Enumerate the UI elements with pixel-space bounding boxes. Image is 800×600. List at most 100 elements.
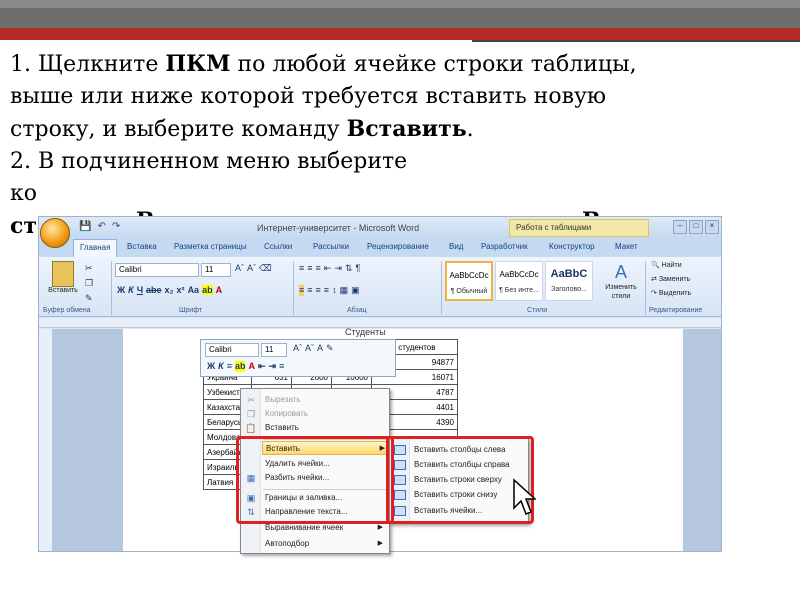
- step-2-line-1: 2. В подчиненном меню выберите: [10, 149, 408, 174]
- menu-item-paste[interactable]: Вставить: [265, 421, 387, 435]
- step-1: 1. Щелкните ПКМ по любой ячейке строки т…: [10, 48, 650, 146]
- tab-design[interactable]: Конструктор: [549, 242, 595, 251]
- group-label-font: Шрифт: [179, 307, 203, 314]
- close-icon[interactable]: ×: [705, 220, 719, 234]
- sort-icon[interactable]: ⇅: [345, 263, 353, 274]
- style-no-spacing[interactable]: AaBbCcDc ¶ Без инте...: [495, 261, 543, 301]
- tab-developer[interactable]: Разработчик: [481, 242, 528, 251]
- change-styles-button[interactable]: A Изменить стили: [601, 261, 641, 301]
- group-separator: [441, 261, 442, 315]
- bullets-icon[interactable]: ≡: [279, 361, 284, 372]
- highlight-color-icon[interactable]: ab: [234, 361, 246, 372]
- center-icon[interactable]: ≡: [227, 361, 232, 372]
- group-separator: [645, 261, 646, 315]
- paragraph-align-buttons: ≡ ≡ ≡ ≡ ↕ ▦ ▣: [299, 285, 360, 296]
- format-painter-icon[interactable]: ✎: [326, 343, 334, 354]
- vertical-ruler[interactable]: [39, 329, 53, 551]
- tab-view[interactable]: Вид: [449, 242, 463, 251]
- align-left-icon[interactable]: ≡: [299, 285, 305, 296]
- submenu-arrow-icon: ▶: [377, 540, 383, 547]
- style-gallery-icon[interactable]: A: [317, 343, 323, 354]
- cut-icon[interactable]: ✂: [85, 263, 93, 274]
- mini-toolbar: Calibri 11 Aˆ Aˇ A ✎ Ж К ≡ ab A ⇤ ⇥ ≡: [200, 339, 396, 377]
- undo-icon[interactable]: ↶: [97, 221, 105, 232]
- line-spacing-icon[interactable]: ↕: [332, 285, 337, 296]
- align-right-icon[interactable]: ≡: [316, 285, 321, 296]
- mini-size-select[interactable]: 11: [261, 343, 287, 357]
- justify-icon[interactable]: ≡: [324, 285, 329, 296]
- font-color-icon[interactable]: A: [248, 361, 255, 372]
- maximize-icon[interactable]: □: [689, 220, 703, 234]
- replace-button[interactable]: ⇄ Заменить: [651, 275, 690, 283]
- borders-icon[interactable]: ▣: [351, 285, 360, 296]
- menu-item-cut[interactable]: Вырезать: [265, 393, 387, 407]
- font-color-icon[interactable]: A: [216, 285, 223, 295]
- italic-icon[interactable]: К: [218, 361, 224, 372]
- menu-item-autofit[interactable]: Автоподбор ▶: [265, 537, 387, 551]
- redo-icon[interactable]: ↷: [112, 221, 120, 232]
- tab-review[interactable]: Рецензирование: [367, 242, 429, 251]
- select-label: Выделить: [658, 290, 692, 297]
- superscript-icon[interactable]: x²: [177, 285, 185, 295]
- font-size-select[interactable]: 11: [201, 263, 231, 277]
- table-heading: Студенты: [345, 327, 386, 337]
- copy-icon[interactable]: ❐: [85, 278, 93, 289]
- office-button[interactable]: [40, 218, 70, 248]
- save-icon[interactable]: 💾: [79, 221, 91, 232]
- step-2-line-3-start: ст: [10, 213, 38, 239]
- style-name: ¶ Обычный: [450, 288, 488, 295]
- window-controls: – □ ×: [673, 220, 719, 234]
- paste-button[interactable]: Вставить: [45, 261, 81, 294]
- decrease-indent-icon[interactable]: ⇤: [324, 263, 332, 274]
- style-sample: AaBbCcDc: [449, 271, 489, 280]
- show-marks-icon[interactable]: ¶: [355, 263, 360, 274]
- increase-indent-icon[interactable]: ⇥: [269, 361, 277, 372]
- decrease-indent-icon[interactable]: ⇤: [258, 361, 266, 372]
- grow-font-icon[interactable]: Aˆ: [293, 343, 302, 354]
- paste-label: Вставить: [48, 287, 78, 294]
- multilevel-list-icon[interactable]: ≡: [316, 263, 321, 274]
- style-heading-1[interactable]: AaBbC Заголово...: [545, 261, 593, 301]
- numbering-icon[interactable]: ≡: [307, 263, 312, 274]
- shading-icon[interactable]: ▦: [340, 285, 349, 296]
- underline-icon[interactable]: Ч: [137, 285, 143, 295]
- style-sample: AaBbC: [550, 268, 588, 280]
- find-button[interactable]: 🔍 Найти: [651, 261, 682, 269]
- shrink-font-icon[interactable]: Aˇ: [247, 263, 256, 274]
- style-sample: AaBbCcDc: [499, 270, 539, 279]
- italic-icon[interactable]: К: [128, 285, 134, 295]
- group-separator: [111, 261, 112, 315]
- subscript-icon[interactable]: x₂: [165, 285, 174, 295]
- bold-icon[interactable]: Ж: [117, 285, 125, 295]
- font-size-buttons: Aˆ Aˇ ⌫: [235, 263, 272, 274]
- font-name-select[interactable]: Calibri: [115, 263, 199, 277]
- menu-item-copy[interactable]: Копировать: [265, 407, 387, 421]
- grow-font-icon[interactable]: Aˆ: [235, 263, 244, 274]
- increase-indent-icon[interactable]: ⇥: [334, 263, 342, 274]
- bullets-icon[interactable]: ≡: [299, 263, 304, 274]
- strikethrough-icon[interactable]: abe: [146, 285, 162, 295]
- tab-home[interactable]: Главная: [73, 239, 118, 257]
- format-painter-icon[interactable]: ✎: [85, 293, 93, 304]
- tab-mailings[interactable]: Рассылки: [313, 242, 349, 251]
- style-normal[interactable]: AaBbCcDc ¶ Обычный: [445, 261, 493, 301]
- bold-icon[interactable]: Ж: [207, 361, 215, 372]
- ribbon-tabs: Главная Вставка Разметка страницы Ссылки…: [39, 239, 721, 257]
- highlight-color-icon[interactable]: ab: [202, 285, 213, 295]
- tab-layout[interactable]: Макет: [615, 242, 638, 251]
- select-button[interactable]: ↷ Выделить: [651, 289, 691, 297]
- shrink-font-icon[interactable]: Aˇ: [305, 343, 314, 354]
- tab-insert[interactable]: Вставка: [127, 242, 157, 251]
- step-1-bold-rmb: ПКМ: [165, 51, 231, 77]
- tab-references[interactable]: Ссылки: [264, 242, 292, 251]
- tab-page-layout[interactable]: Разметка страницы: [174, 242, 247, 251]
- clear-format-icon[interactable]: ⌫: [259, 263, 272, 274]
- minimize-icon[interactable]: –: [673, 220, 687, 234]
- align-center-icon[interactable]: ≡: [307, 285, 312, 296]
- style-name: Заголово...: [551, 286, 587, 293]
- change-case-icon[interactable]: Aa: [188, 285, 200, 295]
- mini-font-select[interactable]: Calibri: [205, 343, 259, 357]
- step-1-prefix: 1. Щелкните: [10, 52, 166, 77]
- step-1-bold-insert: Вставить: [346, 116, 467, 142]
- find-label: Найти: [661, 262, 682, 269]
